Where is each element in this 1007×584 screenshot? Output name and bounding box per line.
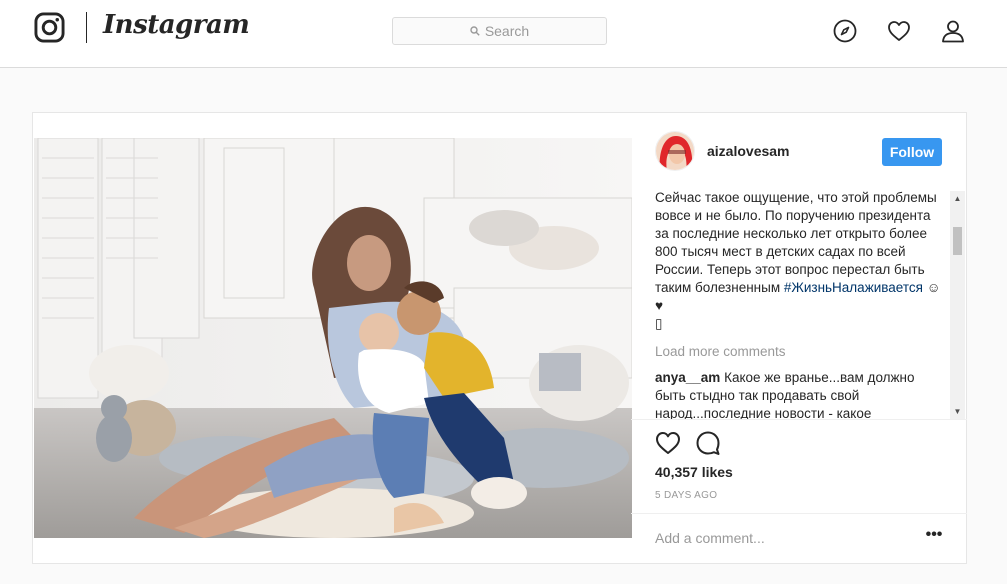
hashtag-link[interactable]: #ЖизньНалаживается: [784, 280, 923, 295]
heart-icon[interactable]: [887, 19, 911, 43]
avatar-image: [656, 132, 694, 170]
like-heart-icon[interactable]: [655, 430, 681, 456]
caption-trailing-glyph: ▯: [655, 316, 663, 331]
photo-scene: [34, 138, 632, 538]
post-header: aizalovesam Follow: [631, 113, 967, 189]
scroll-up-arrow-icon[interactable]: ▲: [950, 191, 965, 206]
search-placeholder: Search: [484, 23, 530, 39]
post-photo[interactable]: [34, 138, 632, 538]
scroll-thumb[interactable]: [953, 227, 962, 255]
top-navigation: Instagram Search: [0, 0, 1007, 68]
instagram-glyph-icon[interactable]: [34, 12, 65, 43]
search-input[interactable]: Search: [392, 17, 607, 45]
follow-button[interactable]: Follow: [882, 138, 942, 166]
add-comment-bar: •••: [631, 513, 967, 564]
scroll-down-arrow-icon[interactable]: ▼: [950, 404, 965, 419]
compass-icon[interactable]: [833, 19, 857, 43]
post-card: aizalovesam Follow Сейчас такое ощущение…: [32, 112, 967, 564]
search-icon: [470, 26, 480, 36]
load-more-comments-button[interactable]: Load more comments: [655, 343, 945, 361]
comment-username[interactable]: anya__am: [655, 370, 720, 385]
likes-count[interactable]: 40,357 likes: [655, 464, 733, 480]
profile-icon[interactable]: [941, 19, 965, 43]
post-timestamp[interactable]: 5 DAYS AGO: [655, 490, 717, 501]
username[interactable]: aizalovesam: [707, 143, 790, 159]
comment-item: anya__am Какое же вранье...вам должно бы…: [655, 369, 945, 419]
comments-scrollbar[interactable]: ▲ ▼: [950, 191, 965, 419]
caption: Сейчас такое ощущение, что этой проблемы…: [655, 189, 945, 333]
comment-bubble-icon[interactable]: [695, 430, 721, 456]
instagram-wordmark[interactable]: Instagram: [103, 10, 250, 40]
comments-list: Сейчас такое ощущение, что этой проблемы…: [655, 189, 945, 419]
more-options-icon[interactable]: •••: [923, 527, 945, 546]
avatar[interactable]: [655, 131, 695, 171]
post-sidebar: aizalovesam Follow Сейчас такое ощущение…: [631, 113, 967, 563]
post-actions: 40,357 likes 5 DAYS AGO •••: [631, 419, 967, 563]
add-comment-input[interactable]: [655, 527, 915, 549]
logo-divider: [86, 12, 87, 43]
